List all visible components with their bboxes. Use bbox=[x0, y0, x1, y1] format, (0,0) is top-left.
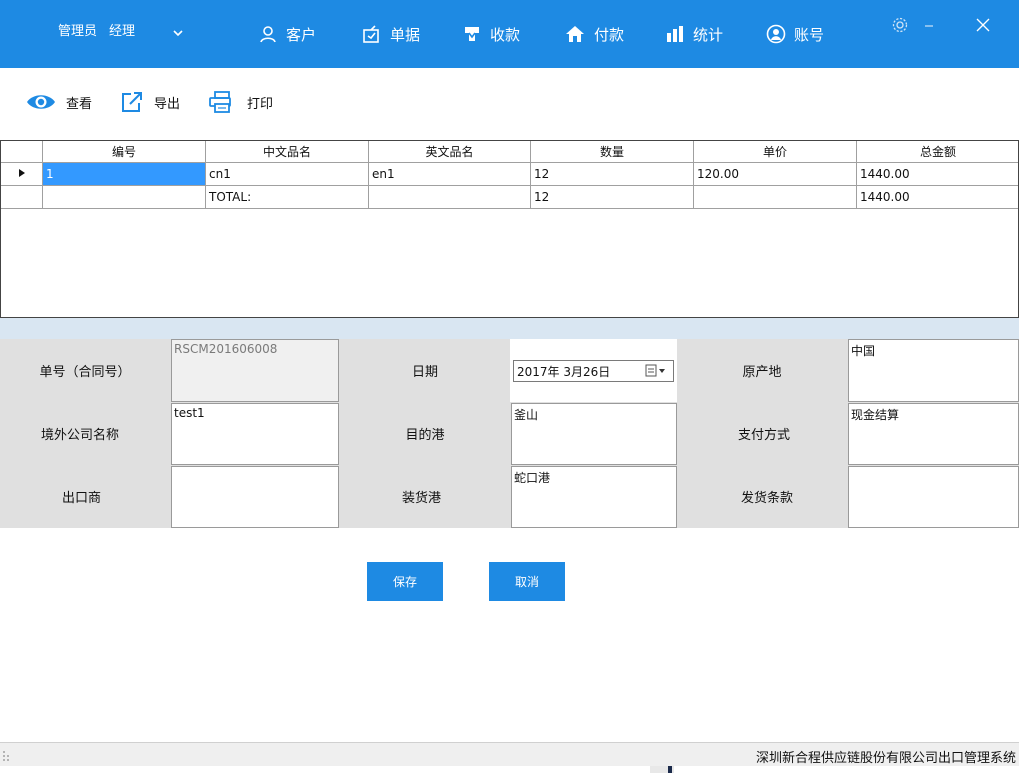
nav-customers-label: 客户 bbox=[286, 25, 317, 44]
order-form: 单号（合同号） RSCM201606008 日期 2017年 3月26日 原产地… bbox=[0, 339, 1019, 528]
user-name: 经理 bbox=[109, 23, 136, 39]
print-button[interactable]: 打印 bbox=[209, 90, 273, 114]
date-picker[interactable]: 2017年 3月26日 bbox=[513, 360, 674, 382]
column-header[interactable]: 英文品名 bbox=[368, 141, 531, 163]
column-header[interactable]: 中文品名 bbox=[205, 141, 369, 163]
table-cell[interactable]: TOTAL: bbox=[205, 185, 369, 209]
column-header[interactable]: 单价 bbox=[693, 141, 857, 163]
settings-button[interactable] bbox=[889, 14, 911, 36]
date-value: 2017年 3月26日 bbox=[517, 364, 611, 379]
origin-field[interactable]: 中国 bbox=[848, 339, 1019, 402]
nav-payments-label: 付款 bbox=[594, 25, 625, 44]
date-cell: 2017年 3月26日 bbox=[510, 339, 677, 402]
table-cell[interactable]: 120.00 bbox=[693, 162, 857, 186]
calendar-dropdown-icon[interactable] bbox=[645, 364, 669, 378]
table-cell[interactable]: cn1 bbox=[205, 162, 369, 186]
nav-account[interactable]: 账号 bbox=[766, 22, 824, 46]
current-row-arrow-icon bbox=[18, 169, 25, 177]
cancel-button[interactable]: 取消 bbox=[489, 562, 565, 601]
shipping-terms-label: 发货条款 bbox=[740, 491, 793, 506]
view-button[interactable]: 查看 bbox=[26, 90, 92, 114]
date-label: 日期 bbox=[411, 365, 438, 380]
table-cell[interactable]: 1440.00 bbox=[856, 185, 1018, 209]
contract-no-field[interactable]: RSCM201606008 bbox=[171, 339, 339, 402]
status-bar: 深圳新合程供应链股份有限公司出口管理系统 bbox=[0, 742, 1019, 766]
origin-label: 原产地 bbox=[742, 365, 782, 380]
account-icon bbox=[766, 24, 786, 44]
section-divider bbox=[0, 318, 1019, 339]
table-cell[interactable]: en1 bbox=[368, 162, 531, 186]
payment-method-label: 支付方式 bbox=[737, 428, 790, 443]
header-bar: 管理员 经理 客户 单据 收款 付款 统计 账号 bbox=[0, 0, 1019, 68]
exporter-field[interactable] bbox=[171, 466, 339, 528]
export-button[interactable]: 导出 bbox=[120, 90, 180, 114]
nav-statistics[interactable]: 统计 bbox=[665, 22, 723, 46]
exporter-label: 出口商 bbox=[61, 491, 101, 506]
destination-port-field[interactable]: 釜山 bbox=[511, 403, 677, 465]
contract-no-label: 单号（合同号） bbox=[39, 365, 131, 380]
export-icon bbox=[122, 92, 142, 112]
table-cell[interactable]: 12 bbox=[530, 162, 694, 186]
grip-icon bbox=[3, 751, 9, 761]
column-header[interactable]: 总金额 bbox=[856, 141, 1018, 163]
status-text: 深圳新合程供应链股份有限公司出口管理系统 bbox=[755, 751, 1016, 766]
eye-icon bbox=[27, 95, 55, 109]
nav-receipts-label: 收款 bbox=[490, 25, 521, 44]
table-row[interactable]: 1 cn1 en1 12 120.00 1440.00 bbox=[1, 162, 1018, 186]
save-button[interactable]: 保存 bbox=[367, 562, 443, 601]
nav-account-label: 账号 bbox=[794, 25, 825, 44]
view-label: 查看 bbox=[66, 96, 93, 112]
user-role: 管理员 bbox=[58, 23, 98, 39]
table-cell[interactable]: 12 bbox=[530, 185, 694, 209]
chevron-down-icon[interactable] bbox=[170, 26, 186, 40]
user-icon bbox=[260, 26, 276, 43]
items-table: 编号 中文品名 英文品名 数量 单价 总金额 1 cn1 en1 12 120.… bbox=[1, 141, 1018, 209]
nav-documents-label: 单据 bbox=[390, 25, 421, 44]
table-cell[interactable] bbox=[693, 185, 857, 209]
table-cell[interactable]: 1 bbox=[42, 162, 206, 186]
print-label: 打印 bbox=[247, 96, 274, 112]
table-row[interactable]: TOTAL: 12 1440.00 bbox=[1, 185, 1018, 209]
close-icon bbox=[976, 18, 990, 32]
nav-payments[interactable]: 付款 bbox=[564, 22, 624, 46]
home-icon bbox=[566, 26, 584, 42]
loading-port-label: 装货港 bbox=[401, 491, 441, 506]
app-window: 管理员 经理 客户 单据 收款 付款 统计 账号 查看 导出 打印 编号 中文品… bbox=[0, 0, 1019, 773]
document-icon bbox=[363, 25, 379, 43]
download-icon bbox=[465, 27, 479, 41]
minimize-icon bbox=[925, 25, 933, 27]
foreign-company-field[interactable]: test1 bbox=[171, 403, 339, 465]
table-cell[interactable] bbox=[368, 185, 531, 209]
table-cell[interactable]: 1440.00 bbox=[856, 162, 1018, 186]
export-label: 导出 bbox=[154, 96, 181, 112]
row-header-corner bbox=[1, 141, 43, 163]
row-selector[interactable] bbox=[1, 162, 43, 186]
minimize-button[interactable] bbox=[918, 14, 940, 36]
column-header[interactable]: 数量 bbox=[530, 141, 694, 163]
foreign-company-label: 境外公司名称 bbox=[40, 428, 119, 443]
nav-statistics-label: 统计 bbox=[693, 25, 724, 44]
printer-icon bbox=[209, 91, 231, 113]
nav-receipts[interactable]: 收款 bbox=[462, 22, 520, 46]
row-selector[interactable] bbox=[1, 185, 43, 209]
nav-customers[interactable]: 客户 bbox=[258, 22, 316, 46]
destination-port-label: 目的港 bbox=[405, 428, 445, 443]
taskbar-fragment bbox=[650, 766, 674, 773]
bar-chart-icon bbox=[667, 26, 683, 42]
nav-documents[interactable]: 单据 bbox=[362, 22, 420, 46]
column-header[interactable]: 编号 bbox=[42, 141, 206, 163]
close-button[interactable] bbox=[972, 14, 994, 36]
table-cell[interactable] bbox=[42, 185, 206, 209]
grid-header-row: 编号 中文品名 英文品名 数量 单价 总金额 bbox=[1, 141, 1018, 163]
gear-icon bbox=[892, 17, 908, 33]
items-grid[interactable]: 编号 中文品名 英文品名 数量 单价 总金额 1 cn1 en1 12 120.… bbox=[0, 140, 1019, 318]
loading-port-field[interactable]: 蛇口港 bbox=[511, 466, 677, 528]
user-menu[interactable]: 管理员 经理 bbox=[58, 18, 135, 40]
payment-method-field[interactable]: 现金结算 bbox=[848, 403, 1019, 465]
bottom-strip bbox=[0, 766, 1019, 773]
shipping-terms-field[interactable] bbox=[848, 466, 1019, 528]
